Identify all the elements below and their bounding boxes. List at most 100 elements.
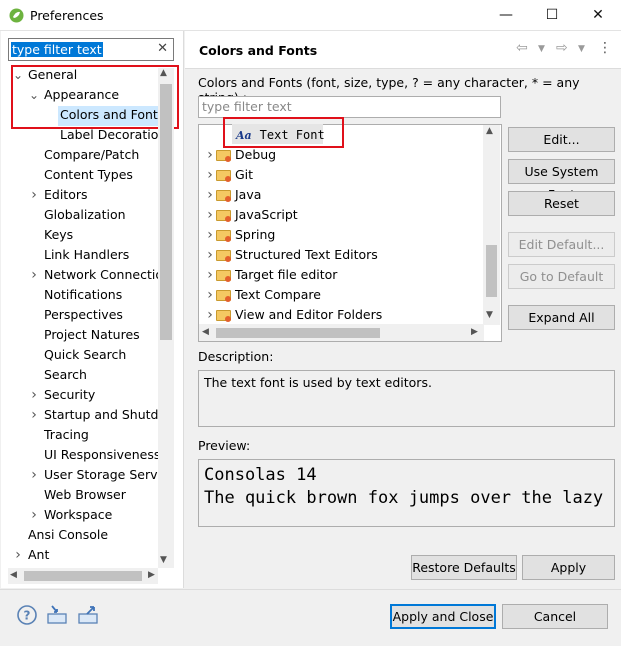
import-icon[interactable] xyxy=(46,604,68,626)
chevron-right-icon[interactable]: › xyxy=(204,285,216,305)
scroll-up-icon[interactable]: ▲ xyxy=(160,68,167,78)
scroll-left-icon[interactable]: ◀ xyxy=(10,570,17,580)
tree-item[interactable]: Notifications xyxy=(12,285,158,305)
font-tree-horizontal-scroll-thumb[interactable] xyxy=(216,328,380,338)
chevron-right-icon[interactable]: › xyxy=(28,185,40,205)
font-category-label: View and Editor Folders xyxy=(235,307,383,322)
tree-item[interactable]: Perspectives xyxy=(12,305,158,325)
font-category-item[interactable]: › JavaScript xyxy=(204,205,483,225)
tree-item[interactable]: › Network Connections xyxy=(12,265,158,285)
edit-button[interactable]: Edit... xyxy=(508,127,615,152)
tree-item-label: Keys xyxy=(44,227,74,242)
chevron-right-icon[interactable]: › xyxy=(28,465,40,485)
font-filter-input[interactable]: type filter text xyxy=(198,96,501,118)
font-folder-icon xyxy=(216,150,231,162)
tree-item[interactable]: Quick Search xyxy=(12,345,158,365)
tree-item[interactable]: Globalization xyxy=(12,205,158,225)
minimize-button[interactable]: — xyxy=(483,0,529,31)
font-tree-vertical-scroll-thumb[interactable] xyxy=(486,245,497,297)
preference-tree: ⌄ General ⌄ Appearance Colors and Fonts Label… xyxy=(12,65,158,568)
tree-item[interactable]: › User Storage Service xyxy=(12,465,158,485)
font-folder-icon xyxy=(216,190,231,202)
chevron-right-icon[interactable]: › xyxy=(204,205,216,225)
font-category-item[interactable]: › Git xyxy=(204,165,483,185)
font-folder-icon xyxy=(216,270,231,282)
close-button[interactable]: ✕ xyxy=(575,0,621,31)
tree-item[interactable]: › Security xyxy=(12,385,158,405)
tree-item[interactable]: Project Natures xyxy=(12,325,158,345)
svg-text:?: ? xyxy=(24,609,31,623)
chevron-right-icon[interactable]: › xyxy=(28,265,40,285)
scroll-down-icon[interactable]: ▼ xyxy=(160,555,167,565)
chevron-right-icon[interactable]: › xyxy=(204,145,216,165)
tree-item[interactable]: Ansi Console xyxy=(12,525,158,545)
cancel-button[interactable]: Cancel xyxy=(502,604,608,629)
chevron-right-icon[interactable]: › xyxy=(204,225,216,245)
bottom-separator xyxy=(0,589,621,590)
scroll-down-icon[interactable]: ▼ xyxy=(486,310,493,320)
tree-item[interactable]: Web Browser xyxy=(12,485,158,505)
font-category-item[interactable]: › Spring xyxy=(204,225,483,245)
tree-item[interactable]: Link Handlers xyxy=(12,245,158,265)
scroll-left-icon[interactable]: ◀ xyxy=(202,327,209,337)
tree-item[interactable]: › Editors xyxy=(12,185,158,205)
font-category-item[interactable]: › Debug xyxy=(204,145,483,165)
chevron-right-icon[interactable]: › xyxy=(204,245,216,265)
forward-menu-chevron-icon[interactable]: ▼ xyxy=(578,44,585,54)
font-category-label: JavaScript xyxy=(235,207,298,222)
tree-item[interactable]: Keys xyxy=(12,225,158,245)
tree-item-label: Quick Search xyxy=(44,347,127,362)
font-category-label: Java xyxy=(235,187,262,202)
restore-defaults-button[interactable]: Restore Defaults xyxy=(411,555,517,580)
font-folder-icon xyxy=(216,230,231,242)
annotation-highlight-box xyxy=(11,65,179,129)
scroll-up-icon[interactable]: ▲ xyxy=(486,126,493,136)
font-category-label: Text Compare xyxy=(235,287,321,302)
tree-item[interactable]: UI Responsiveness xyxy=(12,445,158,465)
edit-default-button[interactable]: Edit Default... xyxy=(508,232,615,257)
chevron-right-icon[interactable]: › xyxy=(28,505,40,525)
apply-and-close-button[interactable]: Apply and Close xyxy=(390,604,496,629)
go-to-default-button[interactable]: Go to Default xyxy=(508,264,615,289)
apply-button[interactable]: Apply xyxy=(522,555,615,580)
font-category-item[interactable]: › Text Compare xyxy=(204,285,483,305)
font-category-label: Spring xyxy=(235,227,276,242)
chevron-right-icon[interactable]: › xyxy=(204,265,216,285)
tree-vertical-scroll-thumb[interactable] xyxy=(160,84,172,340)
export-icon[interactable] xyxy=(77,604,99,626)
chevron-right-icon[interactable]: › xyxy=(204,165,216,185)
font-category-item[interactable]: › Target file editor xyxy=(204,265,483,285)
tree-item-label: User Storage Service xyxy=(44,467,158,482)
font-category-item[interactable]: › Java xyxy=(204,185,483,205)
tree-item[interactable]: › Workspace xyxy=(12,505,158,525)
chevron-right-icon[interactable]: › xyxy=(28,385,40,405)
reset-button[interactable]: Reset xyxy=(508,191,615,216)
back-menu-chevron-icon[interactable]: ▼ xyxy=(538,44,545,54)
font-category-item[interactable]: › View and Editor Folders xyxy=(204,305,483,325)
chevron-right-icon[interactable]: › xyxy=(12,545,24,565)
use-system-font-button[interactable]: Use System Font xyxy=(508,159,615,202)
chevron-right-icon[interactable]: › xyxy=(204,305,216,325)
tree-item[interactable]: Compare/Patch xyxy=(12,145,158,165)
clear-filter-icon[interactable]: ✕ xyxy=(157,41,168,56)
tree-item[interactable]: › Ant xyxy=(12,545,158,565)
font-category-item[interactable]: › Structured Text Editors xyxy=(204,245,483,265)
tree-item-label: Web Browser xyxy=(44,487,126,502)
eclipse-spring-icon xyxy=(9,8,24,23)
tree-item[interactable]: Content Types xyxy=(12,165,158,185)
maximize-button[interactable]: ☐ xyxy=(529,0,575,31)
back-arrow-icon[interactable]: ⇦ xyxy=(516,40,528,56)
expand-all-button[interactable]: Expand All xyxy=(508,305,615,330)
view-menu-icon[interactable]: ⋮ xyxy=(598,40,612,56)
tree-item[interactable]: Search xyxy=(12,365,158,385)
chevron-right-icon[interactable]: › xyxy=(204,185,216,205)
help-icon[interactable]: ? xyxy=(16,604,38,626)
chevron-right-icon[interactable]: › xyxy=(28,405,40,425)
scroll-right-icon[interactable]: ▶ xyxy=(471,327,478,337)
tree-horizontal-scroll-thumb[interactable] xyxy=(24,571,142,581)
tree-item[interactable]: › Startup and Shutdown xyxy=(12,405,158,425)
scroll-right-icon[interactable]: ▶ xyxy=(148,570,155,580)
tree-filter-input[interactable]: type filter text ✕ xyxy=(8,38,174,61)
tree-item[interactable]: Tracing xyxy=(12,425,158,445)
forward-arrow-icon[interactable]: ⇨ xyxy=(556,40,568,56)
